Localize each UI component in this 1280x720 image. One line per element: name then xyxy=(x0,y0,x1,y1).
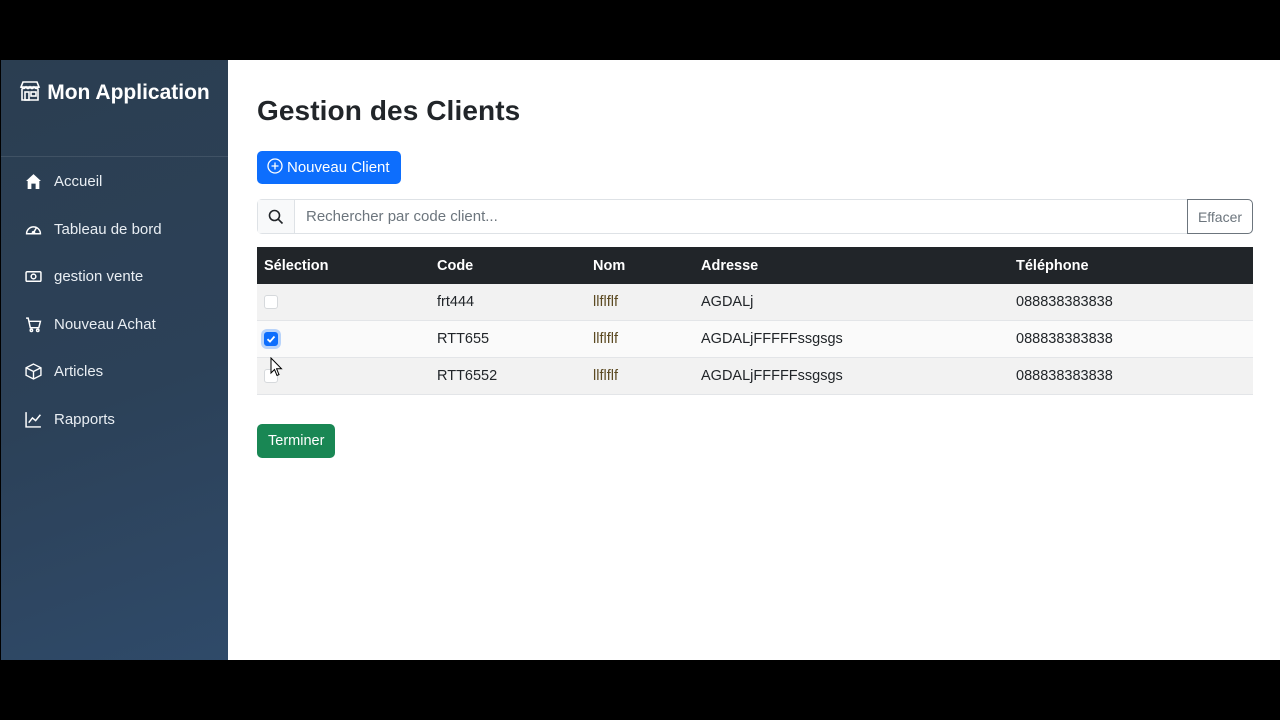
cell-adresse: AGDALj xyxy=(694,284,1009,321)
sidebar-nav: Accueil Tableau de bord gestion vente No… xyxy=(1,157,228,443)
shop-icon xyxy=(19,81,41,108)
header-adresse: Adresse xyxy=(694,247,1009,284)
main-content: Gestion des Clients Nouveau Client Effac… xyxy=(228,60,1280,660)
sidebar-item-accueil[interactable]: Accueil xyxy=(1,158,228,206)
table-header-row: Sélection Code Nom Adresse Téléphone xyxy=(257,247,1253,284)
brand[interactable]: Mon Application xyxy=(1,60,228,157)
table-row[interactable]: RTT655 llflflf AGDALjFFFFFssgsgs 0888383… xyxy=(257,320,1253,358)
plus-circle-icon xyxy=(267,157,283,178)
sidebar-item-nouveau-achat[interactable]: Nouveau Achat xyxy=(1,301,228,349)
header-nom: Nom xyxy=(586,247,694,284)
header-selection: Sélection xyxy=(257,247,430,284)
header-telephone: Téléphone xyxy=(1009,247,1253,284)
header-code: Code xyxy=(430,247,586,284)
table-row[interactable]: frt444 llflflf AGDALj 088838383838 xyxy=(257,284,1253,321)
cell-telephone: 088838383838 xyxy=(1009,284,1253,321)
sidebar-item-gestion-vente[interactable]: gestion vente xyxy=(1,253,228,301)
check-icon xyxy=(266,336,276,344)
cart-icon xyxy=(25,316,42,333)
brand-title: Mon Application xyxy=(47,81,210,104)
cell-nom: llflflf xyxy=(586,284,694,321)
sidebar-item-articles[interactable]: Articles xyxy=(1,348,228,396)
terminer-button[interactable]: Terminer xyxy=(257,424,336,458)
cell-nom: llflflf xyxy=(586,320,694,358)
sidebar-item-label: Tableau de bord xyxy=(54,220,162,238)
sidebar: Mon Application Accueil Tableau de bord … xyxy=(1,60,228,660)
row-checkbox[interactable] xyxy=(264,332,278,347)
mouse-cursor-icon xyxy=(270,356,284,382)
search-icon xyxy=(258,200,295,233)
cash-icon xyxy=(25,268,42,285)
speedometer-icon xyxy=(25,221,42,238)
sidebar-item-label: Articles xyxy=(54,363,104,381)
search-input[interactable] xyxy=(295,200,1187,233)
cell-code: RTT6552 xyxy=(430,357,586,395)
cell-adresse: AGDALjFFFFFssgsgs xyxy=(694,357,1009,395)
house-icon xyxy=(25,173,42,190)
search-bar: Effacer xyxy=(257,199,1253,234)
clients-table: Sélection Code Nom Adresse Téléphone frt… xyxy=(257,247,1253,395)
sidebar-item-rapports[interactable]: Rapports xyxy=(1,396,228,444)
cell-code: RTT655 xyxy=(430,320,586,358)
app-window: Mon Application Accueil Tableau de bord … xyxy=(1,60,1280,660)
sidebar-item-tableau-de-bord[interactable]: Tableau de bord xyxy=(1,206,228,254)
chart-line-icon xyxy=(25,411,42,428)
sidebar-item-label: Nouveau Achat xyxy=(54,315,156,333)
new-client-button[interactable]: Nouveau Client xyxy=(257,151,401,184)
cell-adresse: AGDALjFFFFFssgsgs xyxy=(694,320,1009,358)
table-row[interactable]: RTT6552 llflflf AGDALjFFFFFssgsgs 088838… xyxy=(257,357,1253,395)
clear-button[interactable]: Effacer xyxy=(1187,199,1253,234)
new-client-label: Nouveau Client xyxy=(287,159,390,176)
page-title: Gestion des Clients xyxy=(257,95,521,126)
sidebar-item-label: Accueil xyxy=(54,173,103,191)
sidebar-item-label: gestion vente xyxy=(54,268,144,286)
row-checkbox[interactable] xyxy=(264,295,278,310)
cell-telephone: 088838383838 xyxy=(1009,357,1253,395)
cell-telephone: 088838383838 xyxy=(1009,320,1253,358)
cell-code: frt444 xyxy=(430,284,586,321)
box-icon xyxy=(25,363,42,380)
sidebar-item-label: Rapports xyxy=(54,410,115,428)
cell-nom: llflflf xyxy=(586,357,694,395)
